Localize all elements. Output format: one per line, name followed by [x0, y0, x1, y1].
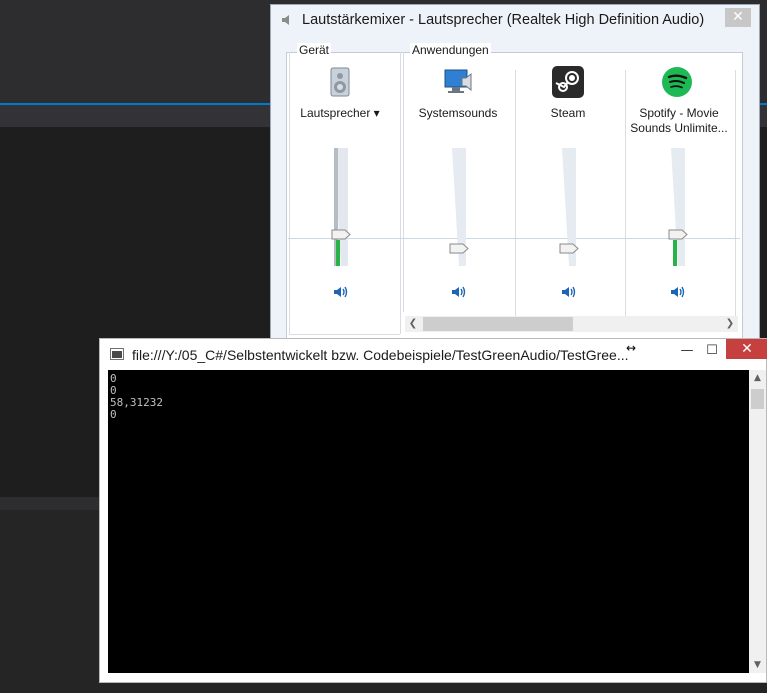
console-output-area[interactable]: 0 0 58,31232 0 — [108, 370, 749, 673]
console-vertical-scrollbar[interactable]: ▲ ▼ — [749, 370, 766, 673]
apps-group-label: Anwendungen — [410, 43, 491, 57]
system-sounds-icon — [444, 69, 472, 93]
apps-scroll-thumb[interactable] — [423, 317, 573, 331]
apps-horizontal-scrollbar[interactable]: ❮ ❯ — [405, 316, 738, 332]
chevron-up-icon[interactable]: ▲ — [749, 370, 766, 386]
spotify-mute-button[interactable] — [669, 285, 687, 299]
steam-icon — [552, 66, 584, 98]
device-group-label: Gerät — [297, 43, 332, 57]
device-group-border-bottom — [289, 334, 400, 335]
steam-volume-slider[interactable] — [559, 243, 579, 254]
console-close-button[interactable]: ✕ — [726, 339, 767, 359]
console-minimize-button[interactable]: — — [678, 343, 696, 361]
device-group-border-right — [400, 52, 401, 334]
console-scroll-thumb[interactable] — [751, 389, 764, 409]
device-name[interactable]: Lautsprecher ▾ — [285, 106, 395, 121]
spotify-volume-slider[interactable] — [668, 229, 688, 240]
mixer-close-button[interactable]: ✕ — [725, 8, 751, 27]
console-title: file:///Y:/05_C#/Selbstentwickelt bzw. C… — [132, 347, 629, 363]
console-app-icon — [110, 348, 124, 360]
chevron-right-icon[interactable]: ❯ — [722, 316, 738, 332]
systemsounds-volume-slider[interactable] — [449, 243, 469, 254]
resize-cursor-icon: ↔ — [626, 341, 637, 355]
speaker-device-icon — [330, 67, 350, 97]
chevron-down-icon[interactable]: ▼ — [749, 657, 766, 673]
spotify-icon — [662, 67, 692, 97]
chevron-left-icon[interactable]: ❮ — [405, 316, 421, 332]
console-maximize-button[interactable]: ☐ — [703, 343, 721, 361]
device-mute-button[interactable] — [332, 285, 350, 299]
channel-separator-3 — [735, 70, 736, 316]
device-volume-slider[interactable] — [331, 229, 351, 240]
device-peak-meter — [336, 240, 340, 266]
app-name-spotify: Spotify - Movie Sounds Unlimite... — [630, 106, 728, 135]
steam-mute-button[interactable] — [560, 285, 578, 299]
app-channel-spotify: Spotify - Movie Sounds Unlimite... — [622, 64, 732, 314]
app-channel-systemsounds: Systemsounds — [403, 64, 513, 314]
app-name-systemsounds: Systemsounds — [418, 106, 498, 120]
spotify-peak-meter — [673, 240, 677, 266]
console-window: file:///Y:/05_C#/Selbstentwickelt bzw. C… — [99, 338, 767, 683]
app-name-steam: Steam — [550, 106, 586, 120]
systemsounds-mute-button[interactable] — [450, 285, 468, 299]
console-output-text: 0 0 58,31232 0 — [110, 372, 163, 421]
mixer-title: Lautstärkemixer - Lautsprecher (Realtek … — [302, 12, 705, 28]
mixer-titlebar[interactable]: Lautstärkemixer - Lautsprecher (Realtek … — [271, 5, 759, 35]
device-channel: Lautsprecher ▾ — [285, 64, 395, 314]
speaker-icon — [282, 15, 289, 25]
app-channel-steam: Steam — [513, 64, 623, 314]
